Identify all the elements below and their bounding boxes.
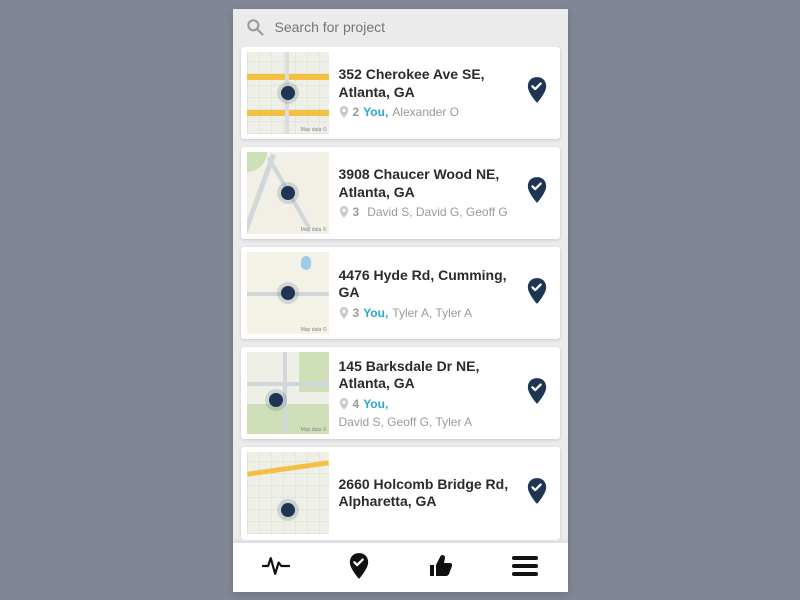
people-names: Tyler A, Tyler A xyxy=(392,306,472,320)
you-label: You, xyxy=(363,105,388,119)
you-label: You, xyxy=(363,397,388,411)
search-bar[interactable] xyxy=(233,9,568,47)
project-address: 3908 Chaucer Wood NE, Atlanta, GA xyxy=(339,166,516,201)
tab-places[interactable] xyxy=(334,545,384,590)
project-address: 145 Barksdale Dr NE, Atlanta, GA xyxy=(339,358,516,393)
pin-icon xyxy=(339,106,349,118)
pin-icon xyxy=(339,398,349,410)
project-address: 2660 Holcomb Bridge Rd, Alpharetta, GA xyxy=(339,476,516,511)
check-button[interactable] xyxy=(526,77,554,108)
project-info: 2660 Holcomb Bridge Rd, Alpharetta, GA xyxy=(339,476,516,511)
map-thumbnail: Map data © xyxy=(247,152,329,234)
map-thumbnail: Map data © xyxy=(247,252,329,334)
project-address: 4476 Hyde Rd, Cumming, GA xyxy=(339,267,516,302)
project-info: 4476 Hyde Rd, Cumming, GA 3 You, Tyler A… xyxy=(339,267,516,320)
check-button[interactable] xyxy=(526,177,554,208)
people-count: 4 xyxy=(353,397,360,411)
menu-icon xyxy=(512,556,538,576)
pin-check-icon xyxy=(526,177,548,203)
pin-check-icon xyxy=(526,378,548,404)
search-input[interactable] xyxy=(275,19,556,35)
pin-check-icon xyxy=(526,478,548,504)
tab-activity[interactable] xyxy=(248,546,304,589)
pin-check-icon xyxy=(526,278,548,304)
tab-likes[interactable] xyxy=(414,546,468,589)
pin-icon xyxy=(339,206,349,218)
you-label: You, xyxy=(363,306,388,320)
check-button[interactable] xyxy=(526,378,554,409)
tab-bar xyxy=(233,542,568,592)
project-list: Map data © 352 Cherokee Ave SE, Atlanta,… xyxy=(233,47,568,540)
people-names: Alexander O xyxy=(392,105,459,119)
pin-icon xyxy=(339,307,349,319)
search-icon xyxy=(245,17,265,37)
people-names: David S, David G, Geoff G xyxy=(367,205,508,219)
people-count: 2 xyxy=(353,105,360,119)
project-card[interactable]: Map data © 352 Cherokee Ave SE, Atlanta,… xyxy=(241,47,560,139)
check-button[interactable] xyxy=(526,278,554,309)
activity-icon xyxy=(262,554,290,578)
project-card[interactable]: Map data © 3908 Chaucer Wood NE, Atlanta… xyxy=(241,147,560,239)
project-card[interactable]: Map data © 145 Barksdale Dr NE, Atlanta,… xyxy=(241,347,560,439)
map-thumbnail: Map data © xyxy=(247,52,329,134)
project-address: 352 Cherokee Ave SE, Atlanta, GA xyxy=(339,66,516,101)
people-names: David S, Geoff G, Tyler A xyxy=(339,415,473,429)
thumbs-up-icon xyxy=(428,554,454,578)
map-thumbnail xyxy=(247,452,329,534)
people-count: 3 xyxy=(353,205,360,219)
tab-menu[interactable] xyxy=(498,548,552,587)
project-card[interactable]: 2660 Holcomb Bridge Rd, Alpharetta, GA xyxy=(241,447,560,539)
check-button[interactable] xyxy=(526,478,554,509)
pin-check-icon xyxy=(526,77,548,103)
project-info: 352 Cherokee Ave SE, Atlanta, GA 2 You, … xyxy=(339,66,516,119)
app-screen: Map data © 352 Cherokee Ave SE, Atlanta,… xyxy=(233,9,568,592)
project-info: 145 Barksdale Dr NE, Atlanta, GA 4 You, … xyxy=(339,358,516,429)
pin-check-icon xyxy=(348,553,370,579)
project-card[interactable]: Map data © 4476 Hyde Rd, Cumming, GA 3 Y… xyxy=(241,247,560,339)
project-info: 3908 Chaucer Wood NE, Atlanta, GA 3 Davi… xyxy=(339,166,516,219)
map-thumbnail: Map data © xyxy=(247,352,329,434)
people-count: 3 xyxy=(353,306,360,320)
